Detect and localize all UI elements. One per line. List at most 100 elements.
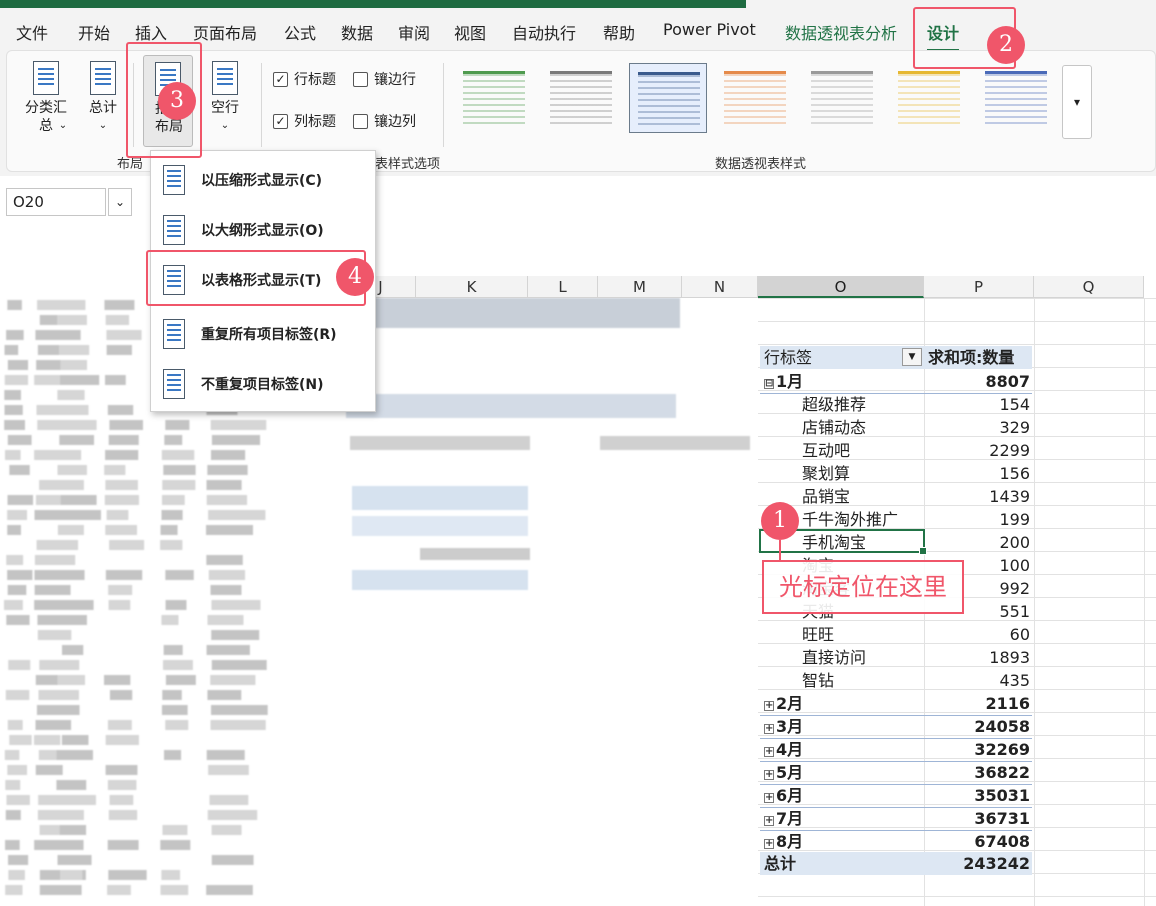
pivot-style-thumbnail[interactable] [977,63,1055,133]
tab-formulas[interactable]: 公式 [284,20,316,44]
pivot-style-thumbnail[interactable] [890,63,968,133]
blurred-cell [6,795,30,805]
banded-rows-checkbox[interactable]: 镶边行 [353,69,416,89]
blurred-cell [7,525,21,535]
tab-home[interactable]: 开始 [78,20,110,44]
pivot-month-value[interactable]: 36822 [924,761,1030,784]
pivot-month-value[interactable]: 8807 [924,370,1030,393]
pivot-style-thumbnail[interactable] [803,63,881,133]
blurred-cell [206,885,253,895]
column-header-l[interactable]: L [528,276,598,298]
blurred-cell [56,420,97,430]
filter-dropdown-button[interactable]: ▼ [902,348,922,366]
pivot-item-label[interactable]: 互动吧 [802,439,850,462]
menu-item-repeat-labels[interactable]: 重复所有项目标签(R) [151,309,375,359]
pivot-item-value[interactable]: 2299 [924,439,1030,462]
col-headers-checkbox[interactable]: ✓ 列标题 [273,111,336,131]
blurred-cell [106,330,142,340]
column-header-p[interactable]: P [924,276,1034,298]
pivot-month-value[interactable]: 2116 [924,692,1030,715]
tab-automate[interactable]: 自动执行 [512,20,576,44]
blurred-cell [60,840,84,850]
pivot-style-thumbnail[interactable] [455,63,533,133]
pivot-item-label[interactable]: 旺旺 [802,623,834,646]
tab-insert[interactable]: 插入 [135,20,167,44]
blurred-cell [61,795,96,805]
expand-icon[interactable]: + [764,816,774,826]
pivot-style-thumbnail[interactable] [629,63,707,133]
pivot-item-label[interactable]: 超级推荐 [802,393,866,416]
pivot-item-value[interactable]: 1439 [924,485,1030,508]
subtotals-button[interactable]: 分类汇总 ⌄ [21,61,71,135]
tab-power-pivot[interactable]: Power Pivot [663,20,756,39]
pivot-month-row[interactable]: +2月 [764,692,803,715]
expand-icon[interactable]: + [764,724,774,734]
pivot-value-header[interactable]: 求和项:数量 [928,346,1014,369]
pivot-item-value[interactable]: 199 [924,508,1030,531]
pivot-item-label[interactable]: 聚划算 [802,462,850,485]
pivot-total-value[interactable]: 243242 [924,852,1030,875]
pivot-month-row[interactable]: +4月 [764,738,803,761]
pivot-month-value[interactable]: 36731 [924,807,1030,830]
grid-vline [1034,298,1035,906]
pivot-month-value[interactable]: 35031 [924,784,1030,807]
banded-cols-checkbox[interactable]: 镶边列 [353,111,416,131]
collapse-icon[interactable]: ⊟ [764,379,774,389]
pivot-month-row[interactable]: +5月 [764,761,803,784]
expand-icon[interactable]: + [764,747,774,757]
pivot-month-row[interactable]: +3月 [764,715,803,738]
pivot-item-label[interactable]: 智钻 [802,669,834,692]
pivot-item-value[interactable]: 154 [924,393,1030,416]
expand-icon[interactable]: + [764,770,774,780]
checkbox-checked: ✓ [273,71,288,87]
pivot-month-value[interactable]: 32269 [924,738,1030,761]
pivot-month-row[interactable]: +8月 [764,830,803,853]
pivot-item-label[interactable]: 千牛淘外推广 [802,508,898,531]
expand-icon[interactable]: + [764,701,774,711]
expand-icon[interactable]: + [764,793,774,803]
tab-file[interactable]: 文件 [16,20,48,44]
column-header-o[interactable]: O [758,276,924,298]
name-box[interactable]: O20 [6,188,106,216]
tab-page-layout[interactable]: 页面布局 [193,20,257,44]
pivot-month-value[interactable]: 67408 [924,830,1030,853]
pivot-month-value[interactable]: 24058 [924,715,1030,738]
tab-review[interactable]: 审阅 [398,20,430,44]
pivot-item-value[interactable]: 200 [924,531,1030,554]
tab-help[interactable]: 帮助 [603,20,635,44]
column-header-q[interactable]: Q [1034,276,1144,298]
gallery-more-button[interactable]: ▾ [1062,65,1092,139]
column-header-k[interactable]: K [416,276,528,298]
pivot-item-value[interactable]: 329 [924,416,1030,439]
blurred-cell [105,315,130,325]
pivot-item-label[interactable]: 店铺动态 [802,416,866,439]
menu-item-outline-form[interactable]: 以大纲形式显示(O) [151,205,375,255]
pivot-month-row[interactable]: +7月 [764,807,803,830]
pivot-month-row[interactable]: +6月 [764,784,803,807]
pivot-item-label[interactable]: 直接访问 [802,646,866,669]
row-headers-checkbox[interactable]: ✓ 行标题 [273,69,336,89]
pivot-row-labels-header[interactable]: 行标签 [764,346,812,369]
blank-rows-button[interactable]: 空行 ⌄ [205,61,245,135]
pivot-item-value[interactable]: 156 [924,462,1030,485]
name-box-dropdown[interactable]: ⌄ [108,188,132,216]
menu-item-compact-form[interactable]: 以压缩形式显示(C) [151,155,375,205]
pivot-style-thumbnail[interactable] [542,63,620,133]
column-header-n[interactable]: N [682,276,758,298]
column-header-m[interactable]: M [598,276,682,298]
grand-totals-button[interactable]: 总计 ⌄ [83,61,123,135]
blurred-cell [105,480,138,490]
pivot-total-label[interactable]: 总计 [764,852,796,875]
pivot-item-value[interactable]: 1893 [924,646,1030,669]
pivot-style-thumbnail[interactable] [716,63,794,133]
pivot-item-value[interactable]: 60 [924,623,1030,646]
tab-view[interactable]: 视图 [454,20,486,44]
pivot-item-value[interactable]: 435 [924,669,1030,692]
expand-icon[interactable]: + [764,839,774,849]
tab-pivot-analyze[interactable]: 数据透视表分析 [785,20,897,44]
blurred-cell [38,795,65,805]
pivot-month-row[interactable]: ⊟ 1月 [764,370,803,393]
menu-item-no-repeat-labels[interactable]: 不重复项目标签(N) [151,359,375,409]
tab-data[interactable]: 数据 [341,20,373,44]
pivot-item-label[interactable]: 品销宝 [802,485,850,508]
